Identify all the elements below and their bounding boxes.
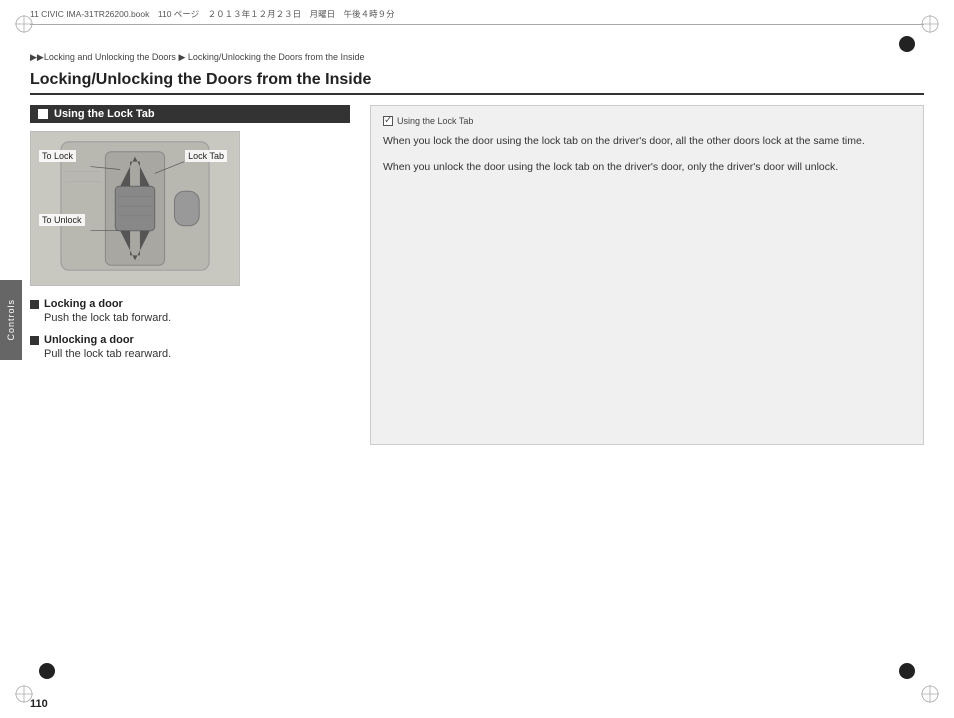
to-unlock-label: To Unlock bbox=[39, 214, 85, 226]
note-title: Using the Lock Tab bbox=[383, 116, 911, 126]
locking-sq-icon bbox=[30, 300, 39, 309]
checkbox-icon bbox=[383, 116, 393, 126]
section-header-icon bbox=[38, 109, 48, 119]
locking-text: Push the lock tab forward. bbox=[30, 312, 350, 324]
main-content: ▶▶Locking and Unlocking the Doors ▶ Lock… bbox=[30, 32, 924, 688]
right-column: Using the Lock Tab When you lock the doo… bbox=[370, 105, 924, 445]
unlocking-sq-icon bbox=[30, 336, 39, 345]
locking-instruction: Locking a door Push the lock tab forward… bbox=[30, 298, 350, 324]
unlocking-title: Unlocking a door bbox=[30, 334, 350, 346]
instructions: Locking a door Push the lock tab forward… bbox=[30, 298, 350, 360]
unlocking-text: Pull the lock tab rearward. bbox=[30, 348, 350, 360]
unlocking-instruction: Unlocking a door Pull the lock tab rearw… bbox=[30, 334, 350, 360]
note-title-text: Using the Lock Tab bbox=[397, 116, 473, 126]
breadcrumb: ▶▶Locking and Unlocking the Doors ▶ Lock… bbox=[30, 52, 924, 63]
lock-tab-label: Lock Tab bbox=[185, 150, 227, 162]
two-column-layout: Using the Lock Tab bbox=[30, 105, 924, 445]
left-column: Using the Lock Tab bbox=[30, 105, 350, 445]
breadcrumb-arrow: ▶ bbox=[178, 52, 185, 62]
page-number: 110 bbox=[30, 698, 48, 710]
page-title: Locking/Unlocking the Doors from the Ins… bbox=[30, 71, 924, 95]
note-text-2: When you unlock the door using the lock … bbox=[383, 160, 911, 176]
breadcrumb-part2: Locking/Unlocking the Doors from the Ins… bbox=[188, 52, 365, 62]
controls-label: Controls bbox=[6, 299, 16, 341]
lock-diagram: To Lock Lock Tab To Unlock bbox=[30, 131, 240, 286]
controls-tab: Controls bbox=[0, 280, 22, 360]
section-header-label: Using the Lock Tab bbox=[54, 108, 155, 120]
note-text-1: When you lock the door using the lock ta… bbox=[383, 134, 911, 150]
section-header: Using the Lock Tab bbox=[30, 105, 350, 123]
unlocking-title-text: Unlocking a door bbox=[44, 334, 134, 346]
to-lock-label: To Lock bbox=[39, 150, 76, 162]
locking-title: Locking a door bbox=[30, 298, 350, 310]
print-header-text: 11 CIVIC IMA-31TR26200.book 110 ページ ２０１３… bbox=[30, 8, 395, 20]
breadcrumb-part1: ▶▶Locking and Unlocking the Doors bbox=[30, 52, 176, 62]
print-header: 11 CIVIC IMA-31TR26200.book 110 ページ ２０１３… bbox=[30, 8, 924, 25]
locking-title-text: Locking a door bbox=[44, 298, 123, 310]
